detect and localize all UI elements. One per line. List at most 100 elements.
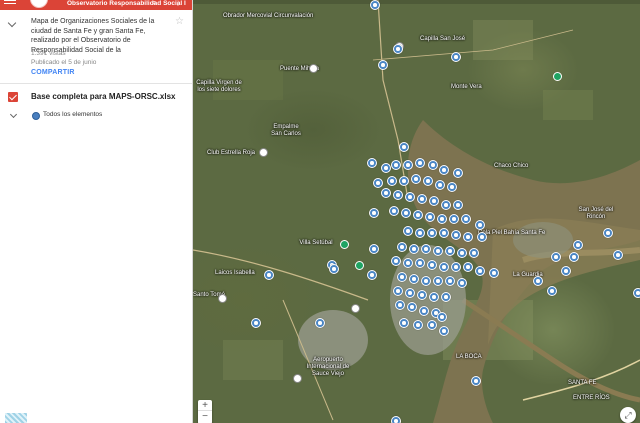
organization-pin-icon[interactable] bbox=[441, 292, 451, 302]
organization-pin-icon[interactable] bbox=[427, 320, 437, 330]
organization-pin-icon[interactable] bbox=[435, 180, 445, 190]
organization-pin-icon[interactable] bbox=[367, 158, 377, 168]
organization-pin-icon[interactable] bbox=[463, 262, 473, 272]
organization-pin-icon[interactable] bbox=[477, 232, 487, 242]
organization-pin-icon[interactable] bbox=[421, 244, 431, 254]
organization-pin-icon[interactable] bbox=[439, 165, 449, 175]
more-vertical-icon[interactable]: ⋮ bbox=[174, 0, 182, 7]
organization-pin-icon[interactable] bbox=[405, 288, 415, 298]
park-marker-icon[interactable] bbox=[355, 261, 364, 270]
organization-pin-icon[interactable] bbox=[463, 232, 473, 242]
organization-pin-icon[interactable] bbox=[419, 306, 429, 316]
all-items-label[interactable]: Todos los elementos bbox=[43, 111, 102, 118]
organization-pin-icon[interactable] bbox=[453, 200, 463, 210]
organization-pin-icon[interactable] bbox=[251, 318, 261, 328]
organization-pin-icon[interactable] bbox=[451, 262, 461, 272]
organization-pin-icon[interactable] bbox=[461, 214, 471, 224]
organization-pin-icon[interactable] bbox=[391, 160, 401, 170]
avatar[interactable] bbox=[30, 0, 48, 8]
organization-pin-icon[interactable] bbox=[405, 192, 415, 202]
organization-pin-icon[interactable] bbox=[415, 158, 425, 168]
organization-pin-icon[interactable] bbox=[409, 244, 419, 254]
organization-pin-icon[interactable] bbox=[369, 244, 379, 254]
organization-pin-icon[interactable] bbox=[547, 286, 557, 296]
organization-pin-icon[interactable] bbox=[367, 270, 377, 280]
organization-pin-icon[interactable] bbox=[573, 240, 583, 250]
organization-pin-icon[interactable] bbox=[427, 228, 437, 238]
hamburger-icon[interactable] bbox=[4, 0, 16, 8]
organization-pin-icon[interactable] bbox=[569, 252, 579, 262]
organization-pin-icon[interactable] bbox=[433, 246, 443, 256]
organization-pin-icon[interactable] bbox=[329, 264, 339, 274]
place-marker-icon[interactable] bbox=[259, 148, 268, 157]
organization-pin-icon[interactable] bbox=[409, 274, 419, 284]
park-marker-icon[interactable] bbox=[553, 72, 562, 81]
organization-pin-icon[interactable] bbox=[415, 228, 425, 238]
zoom-in-button[interactable]: + bbox=[198, 400, 212, 411]
organization-pin-icon[interactable] bbox=[439, 326, 449, 336]
organization-pin-icon[interactable] bbox=[441, 200, 451, 210]
organization-pin-icon[interactable] bbox=[264, 270, 274, 280]
organization-pin-icon[interactable] bbox=[439, 228, 449, 238]
organization-pin-icon[interactable] bbox=[399, 318, 409, 328]
organization-pin-icon[interactable] bbox=[397, 242, 407, 252]
organization-pin-icon[interactable] bbox=[421, 276, 431, 286]
organization-pin-icon[interactable] bbox=[437, 312, 447, 322]
place-marker-icon[interactable] bbox=[351, 304, 360, 313]
organization-pin-icon[interactable] bbox=[381, 188, 391, 198]
organization-pin-icon[interactable] bbox=[425, 212, 435, 222]
organization-pin-icon[interactable] bbox=[415, 258, 425, 268]
organization-pin-icon[interactable] bbox=[378, 60, 388, 70]
organization-pin-icon[interactable] bbox=[417, 194, 427, 204]
organization-pin-icon[interactable] bbox=[381, 163, 391, 173]
organization-pin-icon[interactable] bbox=[369, 208, 379, 218]
organization-pin-icon[interactable] bbox=[428, 160, 438, 170]
organization-pin-icon[interactable] bbox=[433, 276, 443, 286]
share-button[interactable]: COMPARTIR bbox=[31, 69, 75, 76]
organization-pin-icon[interactable] bbox=[457, 278, 467, 288]
organization-pin-icon[interactable] bbox=[389, 206, 399, 216]
place-marker-icon[interactable] bbox=[218, 294, 227, 303]
organization-pin-icon[interactable] bbox=[427, 260, 437, 270]
star-icon[interactable]: ☆ bbox=[175, 16, 184, 27]
organization-pin-icon[interactable] bbox=[423, 176, 433, 186]
organization-pin-icon[interactable] bbox=[391, 416, 401, 423]
organization-pin-icon[interactable] bbox=[451, 52, 461, 62]
layer-chevron-icon[interactable] bbox=[9, 110, 18, 119]
organization-pin-icon[interactable] bbox=[387, 176, 397, 186]
organization-pin-icon[interactable] bbox=[453, 168, 463, 178]
organization-pin-icon[interactable] bbox=[445, 246, 455, 256]
organization-pin-icon[interactable] bbox=[533, 276, 543, 286]
collapse-chevron-icon[interactable] bbox=[7, 18, 17, 28]
organization-pin-icon[interactable] bbox=[613, 250, 623, 260]
organization-pin-icon[interactable] bbox=[551, 252, 561, 262]
organization-pin-icon[interactable] bbox=[403, 160, 413, 170]
organization-pin-icon[interactable] bbox=[603, 228, 613, 238]
organization-pin-icon[interactable] bbox=[401, 208, 411, 218]
organization-pin-icon[interactable] bbox=[393, 44, 403, 54]
organization-pin-icon[interactable] bbox=[393, 190, 403, 200]
organization-pin-icon[interactable] bbox=[411, 174, 421, 184]
organization-pin-icon[interactable] bbox=[469, 248, 479, 258]
organization-pin-icon[interactable] bbox=[403, 226, 413, 236]
organization-pin-icon[interactable] bbox=[413, 210, 423, 220]
organization-pin-icon[interactable] bbox=[407, 302, 417, 312]
layer-name[interactable]: Base completa para MAPS-ORSC.xlsx bbox=[31, 92, 176, 101]
organization-pin-icon[interactable] bbox=[413, 320, 423, 330]
organization-pin-icon[interactable] bbox=[633, 288, 640, 298]
airport-marker-icon[interactable] bbox=[293, 374, 302, 383]
organization-pin-icon[interactable] bbox=[439, 262, 449, 272]
organization-pin-icon[interactable] bbox=[429, 196, 439, 206]
organization-pin-icon[interactable] bbox=[445, 276, 455, 286]
organization-pin-icon[interactable] bbox=[397, 272, 407, 282]
organization-pin-icon[interactable] bbox=[391, 256, 401, 266]
organization-pin-icon[interactable] bbox=[447, 182, 457, 192]
search-icon[interactable]: ⌕ bbox=[152, 0, 156, 8]
organization-pin-icon[interactable] bbox=[457, 248, 467, 258]
organization-pin-icon[interactable] bbox=[417, 290, 427, 300]
organization-pin-icon[interactable] bbox=[399, 176, 409, 186]
fullscreen-icon[interactable]: ⤢ bbox=[620, 407, 636, 423]
organization-pin-icon[interactable] bbox=[437, 214, 447, 224]
organization-pin-icon[interactable] bbox=[403, 258, 413, 268]
satellite-map[interactable]: Obrador Mercovial Circunvalación Capilla… bbox=[193, 0, 640, 423]
